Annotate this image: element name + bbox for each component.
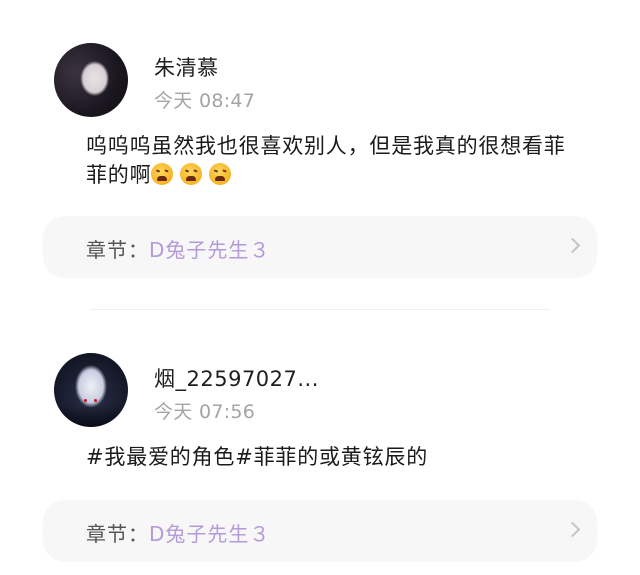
chapter-name: D兔子先生３	[149, 238, 271, 262]
divider	[90, 309, 550, 310]
chevron-right-icon	[564, 237, 581, 254]
comment-card: 烟_22597027... 今天 07:56 #我最爱的角色#菲菲的或黄铉辰的 …	[0, 312, 640, 575]
comment-text: 呜呜呜虽然我也很喜欢别人，但是我真的很想看菲 菲的啊	[86, 132, 586, 190]
comment-text-line: 菲的啊	[86, 161, 586, 190]
weary-face-emoji-icon	[180, 163, 203, 185]
chapter-label-text: 章节：	[86, 522, 149, 546]
chapter-name: D兔子先生３	[149, 522, 271, 546]
chapter-link[interactable]: 章节：D兔子先生３	[43, 216, 597, 278]
chapter-label: 章节：D兔子先生３	[86, 234, 270, 263]
user-name[interactable]: 朱清慕	[154, 52, 219, 82]
chevron-right-icon	[564, 521, 581, 538]
comment-text-tail: 菲的啊	[86, 163, 152, 187]
avatar[interactable]	[54, 353, 128, 427]
user-name[interactable]: 烟_22597027...	[154, 363, 319, 393]
avatar[interactable]	[54, 43, 128, 117]
timestamp: 今天 08:47	[154, 90, 256, 112]
weary-face-emoji-icon	[209, 163, 232, 185]
comment-card: 朱清慕 今天 08:47 呜呜呜虽然我也很喜欢别人，但是我真的很想看菲 菲的啊 …	[0, 0, 640, 300]
chapter-label-text: 章节：	[86, 238, 149, 262]
weary-face-emoji-icon	[151, 163, 174, 185]
comment-text-line: 呜呜呜虽然我也很喜欢别人，但是我真的很想看菲	[86, 134, 566, 158]
chapter-link[interactable]: 章节：D兔子先生３	[43, 500, 597, 562]
chapter-label: 章节：D兔子先生３	[86, 518, 270, 547]
timestamp: 今天 07:56	[154, 401, 256, 423]
comment-text: #我最爱的角色#菲菲的或黄铉辰的	[86, 445, 428, 469]
